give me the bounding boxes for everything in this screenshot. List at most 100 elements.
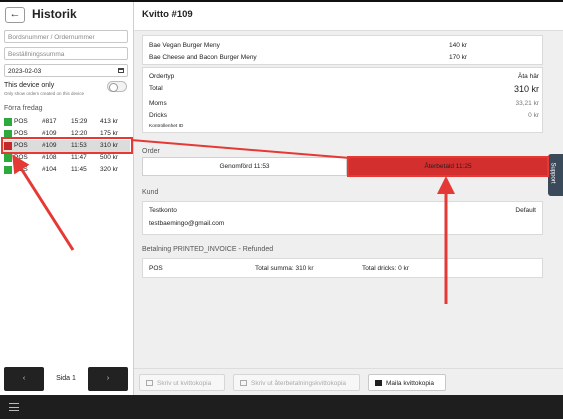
item-price: 170 kr [449,54,468,61]
order-amount: 413 kr [100,118,119,125]
receipt-title: Kvitto #109 [142,9,193,20]
back-button[interactable]: ← [5,7,25,23]
status-refunded: Återbetald 11:25 [348,157,548,176]
order-time: 11:45 [71,166,87,173]
payment-card: POS Total summa: 310 kr Total dricks: 0 … [142,258,543,278]
payment-method: POS [149,265,163,272]
dricks-row: Dricks 0 kr [149,112,539,119]
total-row: Total 310 kr [149,84,539,94]
print-refund-copy-button[interactable]: Skriv ut återbetalningskvittokopia [233,374,360,391]
order-source: POS [14,130,28,137]
item-name: Bae Cheese and Bacon Burger Meny [149,54,257,61]
items-card: Bae Vegan Burger Meny 140 kr Bae Cheese … [142,35,543,65]
receipt-footer: Skriv ut kvittokopia Skriv ut återbetaln… [134,368,563,396]
chevron-left-icon: ‹ [22,375,26,382]
line-item: Bae Cheese and Bacon Burger Meny 170 kr [149,54,539,61]
support-tab[interactable]: Support [548,154,563,196]
chevron-right-icon: › [106,375,110,382]
totals-card: Ordertyp Äta här Total 310 kr Moms 33,21… [142,67,543,133]
order-status-bar: Genomförd 11:53 Återbetald 11:25 [142,157,548,176]
order-source: POS [14,154,28,161]
order-time: 12:20 [71,130,88,137]
status-square [4,166,12,174]
payment-tips: Total dricks: 0 kr [362,265,409,272]
date-value: 2023-02-03 [8,68,42,75]
payment-section-label: Betalning PRINTED_INVOICE - Refunded [142,246,274,253]
history-sidebar: ← Historik Bordsnummer / Ordernummer Bes… [0,2,134,395]
customer-name: Testkonto [149,207,177,214]
arrow-left-icon: ← [9,8,21,20]
pagination: ‹ Sida 1 › [4,367,129,391]
order-row-selected[interactable]: POS #109 11:53 310 kr [2,140,130,152]
order-sum-search-input[interactable]: Beställningssumma [4,47,128,60]
next-page-button[interactable]: › [88,367,128,391]
mail-receipt-copy-button[interactable]: Maila kvittokopia [368,374,446,391]
dricks-value: 0 kr [528,112,539,119]
order-amount: 310 kr [100,142,119,149]
moms-row: Moms 33,21 kr [149,100,539,107]
item-price: 140 kr [449,42,468,49]
order-row[interactable]: POS #817 15:29 413 kr [2,116,130,128]
date-field[interactable]: 2023-02-03 [4,64,128,77]
toggle-knob [109,83,118,92]
receipt-panel: Kvitto #109 Bae Vegan Burger Meny 140 kr… [134,2,563,396]
payment-total: Total summa: 310 kr [255,265,314,272]
order-row[interactable]: POS #104 11:45 320 kr [2,164,130,176]
order-source: POS [14,118,28,125]
day-section-label: Förra fredag [4,105,43,112]
page-label: Sida 1 [56,375,76,382]
ordertyp-value: Äta här [518,73,539,80]
moms-label: Moms [149,100,167,107]
status-square [4,154,12,162]
item-name: Bae Vegan Burger Meny [149,42,220,49]
order-number: #108 [42,154,57,161]
order-number: #109 [42,130,57,137]
customer-card: Testkonto Default testbaemingo@gmail.com [142,201,543,235]
device-only-label: This device only [4,82,55,89]
calendar-icon[interactable] [118,68,124,73]
line-item: Bae Vegan Burger Meny 140 kr [149,42,539,49]
table-order-search-input[interactable]: Bordsnummer / Ordernummer [4,30,128,43]
total-value: 310 kr [513,84,539,94]
status-square [4,118,12,126]
mail-icon [375,380,382,386]
print-copy-label: Skriv ut kvittokopia [157,380,212,387]
status-square [4,130,12,138]
order-row[interactable]: POS #108 11:47 500 kr [2,152,130,164]
order-amount: 175 kr [100,130,119,137]
order-source: POS [14,166,28,173]
order-number: #817 [42,118,57,125]
order-row[interactable]: POS #109 12:20 175 kr [2,128,130,140]
kontrollenhet-label: Kontrollenhet ID [149,124,184,129]
total-label: Total [149,85,163,92]
menu-icon[interactable] [9,403,19,411]
order-number: #104 [42,166,57,173]
order-time: 15:29 [71,118,88,125]
customer-email: testbaemingo@gmail.com [149,220,225,227]
order-source: POS [14,142,28,149]
order-time: 11:47 [71,154,87,161]
page-title: Historik [32,7,77,21]
order-time: 11:53 [71,142,87,149]
dricks-label: Dricks [149,112,168,119]
support-label: Support [549,162,556,184]
prev-page-button[interactable]: ‹ [4,367,44,391]
print-refund-label: Skriv ut återbetalningskvittokopia [251,380,347,387]
order-amount: 320 kr [100,166,119,173]
mail-copy-label: Maila kvittokopia [386,380,435,387]
order-amount: 500 kr [100,154,119,161]
ordertyp-label: Ordertyp [149,73,175,80]
customer-section-label: Kund [142,189,159,196]
status-square [4,142,12,150]
device-only-toggle[interactable] [107,81,127,92]
status-completed: Genomförd 11:53 [142,157,347,176]
receipt-header: Kvitto #109 [134,2,563,31]
device-only-sublabel: Only show orders created on this device [4,91,85,96]
order-section-label: Order [142,148,160,155]
moms-value: 33,21 kr [515,100,540,107]
print-receipt-copy-button[interactable]: Skriv ut kvittokopia [139,374,225,391]
order-number: #109 [42,142,57,149]
ordertyp-row: Ordertyp Äta här [149,73,539,80]
printer-icon [146,380,153,386]
customer-type: Default [515,207,536,214]
